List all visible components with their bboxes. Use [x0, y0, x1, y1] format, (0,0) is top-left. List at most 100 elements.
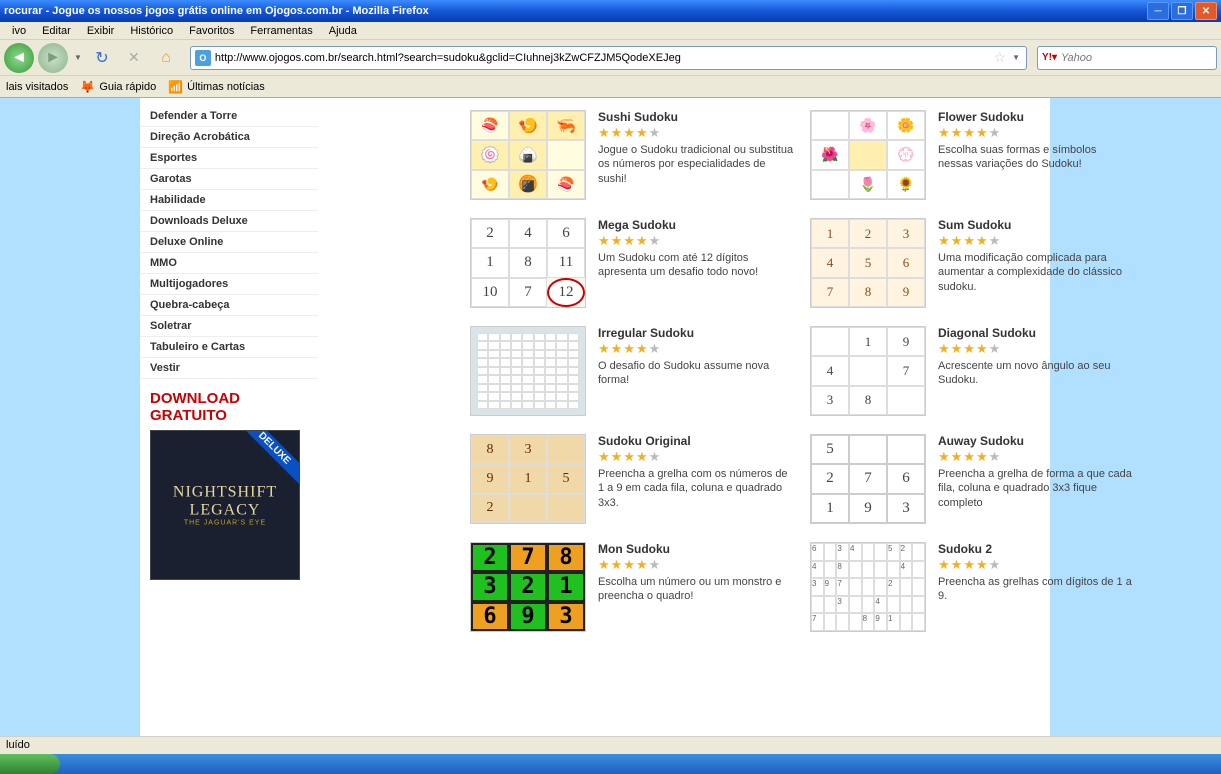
back-button[interactable]: ◄ [4, 43, 34, 73]
site-favicon: O [195, 50, 211, 66]
game-title: Sushi Sudoku [598, 110, 794, 124]
game-thumbnail: 🍣🍤🦐🍥🍙🍤🍘🍣 [470, 110, 586, 200]
game-card-sudoku-2[interactable]: 634524843972347891 Sudoku 2 ★★★★★ Preenc… [810, 542, 1140, 632]
window-titlebar: rocurar - Jogue os nossos jogos grátis o… [0, 0, 1221, 22]
game-card-irregular-sudoku[interactable]: Irregular Sudoku ★★★★★ O desafio do Sudo… [470, 326, 800, 416]
sidebar-item[interactable]: Defender a Torre [140, 106, 318, 127]
menu-editar[interactable]: Editar [34, 25, 79, 37]
sidebar-item[interactable]: Downloads Deluxe [140, 211, 318, 232]
sidebar-item[interactable]: Soletrar [140, 316, 318, 337]
windows-taskbar[interactable] [0, 754, 1221, 774]
menu-arquivo[interactable]: ivo [4, 25, 34, 37]
sidebar-item[interactable]: Habilidade [140, 190, 318, 211]
sidebar-item[interactable]: Tabuleiro e Cartas [140, 337, 318, 358]
bookmarks-bar: lais visitados 🦊Guia rápido 📶Últimas not… [0, 76, 1221, 98]
maximize-button[interactable]: ❐ [1171, 2, 1193, 20]
menu-favoritos[interactable]: Favoritos [181, 25, 242, 37]
firefox-icon: 🦊 [80, 80, 95, 94]
sidebar-item[interactable]: Vestir [140, 358, 318, 379]
menu-ajuda[interactable]: Ajuda [321, 25, 365, 37]
game-description: Preencha a grelha com os números de 1 a … [598, 467, 794, 510]
menu-historico[interactable]: Histórico [122, 25, 181, 37]
game-card-flower-sudoku[interactable]: 🌸🌼🌺💮🌷🌻 Flower Sudoku ★★★★★ Escolha suas … [810, 110, 1140, 200]
game-description: Preencha as grelhas com dígitos de 1 a 9… [938, 575, 1134, 604]
game-description: Preencha a grelha de forma a que cada fi… [938, 467, 1134, 510]
reload-button[interactable]: ↻ [88, 44, 116, 72]
rating-stars: ★★★★★ [938, 450, 1134, 463]
game-thumbnail: 5276193 [810, 434, 926, 524]
game-thumbnail: 123456789 [810, 218, 926, 308]
download-thumbnail[interactable]: DELUXE NIGHTSHIFT LEGACY THE JAGUAR'S EY… [150, 430, 300, 580]
yahoo-icon: Y!▾ [1042, 52, 1057, 63]
game-card-auway-sudoku[interactable]: 5276193 Auway Sudoku ★★★★★ Preencha a gr… [810, 434, 1140, 524]
game-card-mega-sudoku[interactable]: 246181110712 Mega Sudoku ★★★★★ Um Sudoku… [470, 218, 800, 308]
game-thumbnail: 🌸🌼🌺💮🌷🌻 [810, 110, 926, 200]
rating-stars: ★★★★★ [598, 234, 794, 247]
close-button[interactable]: ✕ [1195, 2, 1217, 20]
game-title: Sudoku Original [598, 434, 794, 448]
game-card-sudoku-original[interactable]: 839152 Sudoku Original ★★★★★ Preencha a … [470, 434, 800, 524]
game-title: Diagonal Sudoku [938, 326, 1134, 340]
menu-ferramentas[interactable]: Ferramentas [242, 25, 320, 37]
sidebar-item[interactable]: MMO [140, 253, 318, 274]
game-title: Irregular Sudoku [598, 326, 794, 340]
home-button[interactable]: ⌂ [152, 44, 180, 72]
nav-history-dropdown[interactable]: ▼ [72, 53, 84, 62]
game-card-mon-sudoku[interactable]: 278321693 Mon Sudoku ★★★★★ Escolha um nú… [470, 542, 800, 632]
bookmark-ultimas-noticias[interactable]: 📶Últimas notícias [168, 80, 265, 94]
rss-icon: 📶 [168, 80, 183, 94]
game-card-diagonal-sudoku[interactable]: 194738 Diagonal Sudoku ★★★★★ Acrescente … [810, 326, 1140, 416]
game-thumbnail: 194738 [810, 326, 926, 416]
stop-button[interactable]: ✕ [120, 44, 148, 72]
game-thumbnail: 246181110712 [470, 218, 586, 308]
forward-button[interactable]: ► [38, 43, 68, 73]
sidebar-item[interactable]: Deluxe Online [140, 232, 318, 253]
rating-stars: ★★★★★ [598, 342, 794, 355]
sidebar-item[interactable]: Esportes [140, 148, 318, 169]
download-promo[interactable]: DOWNLOAD GRATUITO DELUXE NIGHTSHIFT LEGA… [140, 391, 318, 580]
game-thumbnail [470, 326, 586, 416]
sidebar-item[interactable]: Quebra-cabeça [140, 295, 318, 316]
rating-stars: ★★★★★ [598, 558, 794, 571]
menu-exibir[interactable]: Exibir [79, 25, 123, 37]
bookmark-guia-rapido[interactable]: 🦊Guia rápido [80, 80, 156, 94]
content-container: Defender a Torre Direção Acrobática Espo… [140, 98, 1050, 758]
game-title: Auway Sudoku [938, 434, 1134, 448]
game-description: Escolha um número ou um monstro e preenc… [598, 575, 794, 604]
download-title: DOWNLOAD GRATUITO [150, 391, 318, 424]
game-description: Escolha suas formas e símbolos nessas va… [938, 143, 1134, 172]
game-description: Uma modificação complicada para aumentar… [938, 251, 1134, 294]
sidebar-item[interactable]: Multijogadores [140, 274, 318, 295]
sidebar-item[interactable]: Garotas [140, 169, 318, 190]
search-input[interactable] [1061, 52, 1212, 64]
sidebar-item[interactable]: Direção Acrobática [140, 127, 318, 148]
nav-toolbar: ◄ ► ▼ ↻ ✕ ⌂ O ☆ ▼ Y!▾ [0, 40, 1221, 76]
bookmark-most-visited[interactable]: lais visitados [6, 81, 68, 93]
game-card-sum-sudoku[interactable]: 123456789 Sum Sudoku ★★★★★ Uma modificaç… [810, 218, 1140, 308]
game-card-sushi-sudoku[interactable]: 🍣🍤🦐🍥🍙🍤🍘🍣 Sushi Sudoku ★★★★★ Jogue o Sudo… [470, 110, 800, 200]
game-description: Jogue o Sudoku tradicional ou substitua … [598, 143, 794, 186]
rating-stars: ★★★★★ [938, 342, 1134, 355]
game-thumbnail: 634524843972347891 [810, 542, 926, 632]
start-button[interactable] [0, 754, 60, 774]
game-title: Flower Sudoku [938, 110, 1134, 124]
status-bar: luído [0, 736, 1221, 754]
bookmark-star-icon[interactable]: ☆ [994, 49, 1007, 66]
deluxe-ribbon: DELUXE [238, 430, 300, 485]
menubar: ivo Editar Exibir Histórico Favoritos Fe… [0, 22, 1221, 40]
games-grid: 🍣🍤🦐🍥🍙🍤🍘🍣 Sushi Sudoku ★★★★★ Jogue o Sudo… [470, 110, 1140, 632]
rating-stars: ★★★★★ [598, 450, 794, 463]
rating-stars: ★★★★★ [938, 126, 1134, 139]
rating-stars: ★★★★★ [598, 126, 794, 139]
minimize-button[interactable]: ─ [1147, 2, 1169, 20]
game-thumbnail: 278321693 [470, 542, 586, 632]
rating-stars: ★★★★★ [938, 558, 1134, 571]
game-description: Acrescente um novo ângulo ao seu Sudoku. [938, 359, 1134, 388]
url-input[interactable] [215, 52, 990, 64]
game-title: Sudoku 2 [938, 542, 1134, 556]
search-bar[interactable]: Y!▾ [1037, 46, 1217, 70]
url-bar[interactable]: O ☆ ▼ [190, 46, 1027, 70]
game-description: O desafio do Sudoku assume nova forma! [598, 359, 794, 388]
url-dropdown[interactable]: ▼ [1010, 53, 1022, 62]
game-title: Mega Sudoku [598, 218, 794, 232]
